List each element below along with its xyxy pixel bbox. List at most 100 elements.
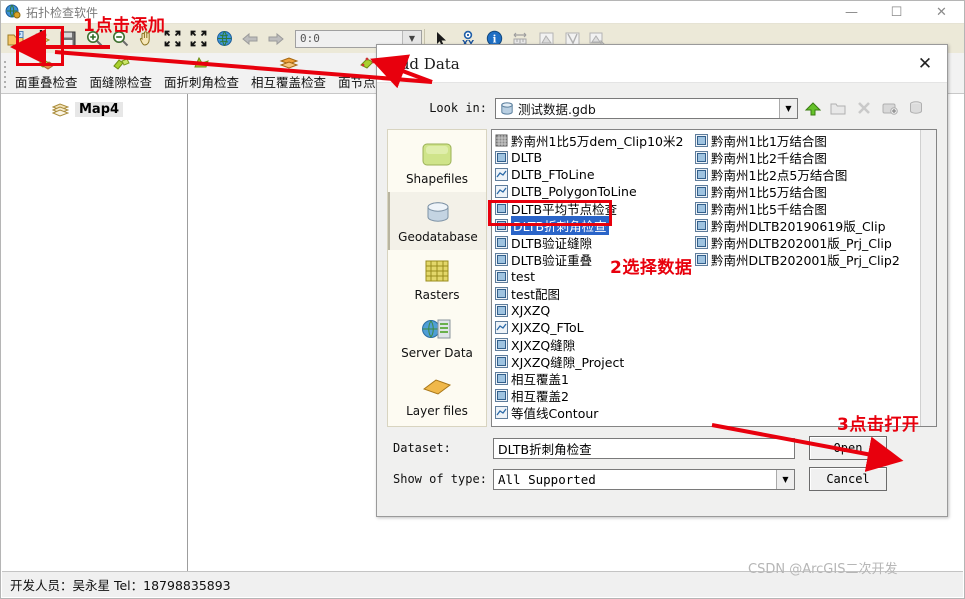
line-feature-icon xyxy=(495,406,508,419)
list-item[interactable]: 黔南州1比2点5万结合图 xyxy=(695,166,902,183)
list-item[interactable]: test配图 xyxy=(495,285,692,302)
dataset-input[interactable]: DLTB折刺角检查 xyxy=(493,437,795,459)
list-item[interactable]: 黔南州1比2千结合图 xyxy=(695,149,902,166)
tab-spike-check[interactable]: 面折刺角检查 xyxy=(158,53,245,93)
polygon-feature-icon xyxy=(695,236,708,249)
forward-arrow-icon[interactable] xyxy=(263,26,289,52)
highlight-selected-dataset xyxy=(488,200,612,226)
full-extent-icon[interactable] xyxy=(185,26,211,52)
toc-item-map4[interactable]: Map4 xyxy=(2,100,187,119)
place-label: Server Data xyxy=(401,345,473,360)
list-item[interactable]: 黔南州1比5千结合图 xyxy=(695,200,902,217)
polygon-feature-icon xyxy=(695,253,708,266)
raster-icon xyxy=(422,257,452,285)
spike-check-icon xyxy=(191,55,213,71)
list-item[interactable]: 黔南州DLTB202001版_Prj_Clip xyxy=(695,234,902,251)
open-button[interactable]: Open xyxy=(809,436,887,460)
file-name: 黔南州DLTB202001版_Prj_Clip2 xyxy=(711,253,900,268)
dataset-row: Dataset: DLTB折刺角检查 Open xyxy=(387,436,937,460)
list-item[interactable]: XJXZQ缝隙 xyxy=(495,336,692,353)
polygon-feature-icon xyxy=(495,236,508,249)
polygon-feature-icon xyxy=(495,355,508,368)
gap-check-icon xyxy=(110,55,132,71)
look-in-combo[interactable]: 测试数据.gdb ▼ xyxy=(495,97,798,119)
place-geodatabase[interactable]: Geodatabase xyxy=(388,192,486,250)
dialog-close-icon[interactable]: ✕ xyxy=(903,45,947,83)
list-item[interactable]: DLTB xyxy=(495,149,692,166)
show-of-type-combo[interactable]: All Supported ▼ xyxy=(493,468,795,490)
polygon-feature-icon xyxy=(695,134,708,147)
raster-icon xyxy=(495,134,508,147)
annotation-step-2: 2选择数据 xyxy=(610,258,693,278)
polygon-feature-icon xyxy=(695,202,708,215)
file-name: 黔南州1比5万dem_Clip10米2 xyxy=(511,134,684,149)
polygon-feature-icon xyxy=(495,338,508,351)
look-in-label: Look in: xyxy=(429,101,487,115)
server-data-icon xyxy=(420,315,454,343)
window-controls: — ☐ ✕ xyxy=(829,1,964,23)
place-label: Shapefiles xyxy=(405,171,469,186)
list-item[interactable]: DLTB_FToLine xyxy=(495,166,692,183)
list-item[interactable]: XJXZQ xyxy=(495,302,692,319)
list-item[interactable]: DLTB_PolygonToLine xyxy=(495,183,692,200)
app-globe-icon xyxy=(5,4,21,20)
dialog-title-bar: Add Data ✕ xyxy=(377,45,947,83)
maximize-button[interactable]: ☐ xyxy=(874,1,919,23)
annotation-step-3: 3点击打开 xyxy=(837,415,920,435)
list-item[interactable]: 相互覆盖2 xyxy=(495,387,692,404)
tab-gap-check[interactable]: 面缝隙检查 xyxy=(84,53,159,93)
chevron-down-icon[interactable]: ▼ xyxy=(776,469,794,489)
back-arrow-icon[interactable] xyxy=(237,26,263,52)
cancel-button[interactable]: Cancel xyxy=(809,467,887,491)
file-column-1: 黔南州1比5万dem_Clip10米2 DLTB DLTB_FToLine DL… xyxy=(492,130,692,426)
file-name: test配图 xyxy=(511,287,561,302)
list-item[interactable]: DLTB验证缝隙 xyxy=(495,234,692,251)
list-item[interactable]: 相互覆盖1 xyxy=(495,370,692,387)
highlight-add-data-button xyxy=(16,26,64,66)
minimize-button[interactable]: — xyxy=(829,1,874,23)
polygon-feature-icon xyxy=(495,287,508,300)
file-name: XJXZQ xyxy=(511,303,551,318)
mutual-cover-check-icon xyxy=(278,55,300,71)
layers-icon xyxy=(52,102,69,117)
file-name: 等值线Contour xyxy=(511,406,599,421)
file-list[interactable]: 黔南州1比5万dem_Clip10米2 DLTB DLTB_FToLine DL… xyxy=(491,129,937,427)
line-feature-icon xyxy=(495,321,508,334)
toolbar-grip[interactable] xyxy=(1,55,9,93)
place-shapefiles[interactable]: Shapefiles xyxy=(388,134,486,192)
list-item[interactable]: 黔南州1比1万结合图 xyxy=(695,132,902,149)
place-rasters[interactable]: Rasters xyxy=(388,250,486,308)
place-server-data[interactable]: Server Data xyxy=(388,308,486,366)
add-data-dialog: Add Data ✕ Look in: 测试数据.gdb ▼ Shapefile… xyxy=(376,44,948,517)
list-item[interactable]: 黔南州DLTB202001版_Prj_Clip2 xyxy=(695,251,902,268)
list-item[interactable]: 黔南州DLTB20190619版_Clip xyxy=(695,217,902,234)
look-in-row: Look in: 测试数据.gdb ▼ xyxy=(387,97,937,119)
geodatabase-icon xyxy=(421,199,455,227)
show-of-type-label: Show of type: xyxy=(393,472,487,486)
file-list-scrollbar[interactable] xyxy=(920,130,936,426)
list-item[interactable]: 黔南州1比5万dem_Clip10米2 xyxy=(495,132,692,149)
list-item[interactable]: XJXZQ缝隙_Project xyxy=(495,353,692,370)
new-folder-icon xyxy=(826,97,850,119)
tab-mutual-cover-check[interactable]: 相互覆盖检查 xyxy=(245,53,332,93)
look-in-value: 测试数据.gdb xyxy=(518,101,596,117)
polygon-feature-icon xyxy=(695,168,708,181)
globe-extent-icon[interactable] xyxy=(211,26,237,52)
look-in-value-wrap: 测试数据.gdb xyxy=(496,99,779,118)
tab-label: 面重叠检查 xyxy=(15,75,78,90)
list-item[interactable]: XJXZQ_FToL xyxy=(495,319,692,336)
tab-label: 面折刺角检查 xyxy=(164,75,240,90)
list-item[interactable]: 等值线Contour xyxy=(495,404,692,421)
list-item[interactable]: 黔南州1比5万结合图 xyxy=(695,183,902,200)
chevron-down-icon[interactable]: ▼ xyxy=(779,98,797,118)
file-browser: Shapefiles Geodatabase Rasters Server Da… xyxy=(387,129,937,427)
polygon-feature-icon xyxy=(495,304,508,317)
close-button[interactable]: ✕ xyxy=(919,1,964,23)
file-name: XJXZQ_FToL xyxy=(511,320,584,335)
csdn-watermark: CSDN @ArcGIS二次开发 xyxy=(748,562,898,577)
place-layer-files[interactable]: Layer files xyxy=(388,366,486,424)
up-one-level-icon[interactable] xyxy=(800,97,824,119)
tab-label: 相互覆盖检查 xyxy=(251,75,327,90)
polygon-feature-icon xyxy=(495,270,508,283)
dialog-title: Add Data xyxy=(389,54,460,73)
